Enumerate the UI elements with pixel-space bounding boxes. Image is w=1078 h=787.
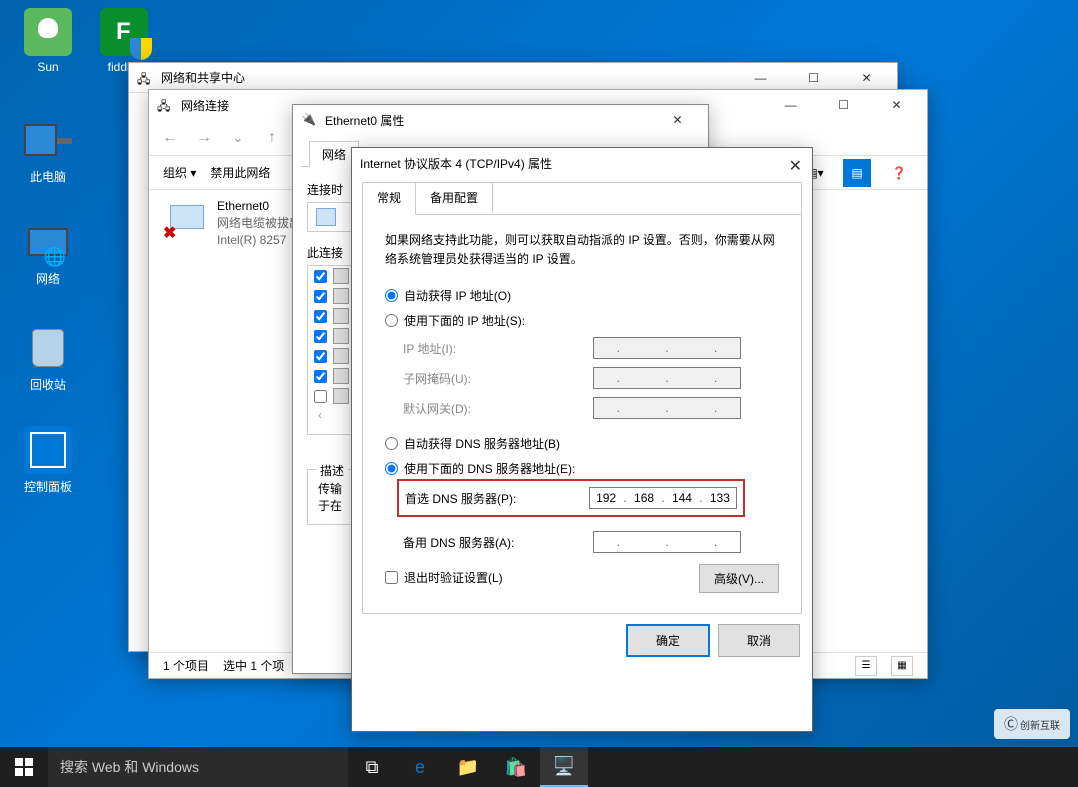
radio-ip-manual[interactable]: 使用下面的 IP 地址(S): [385,312,779,329]
ip-octet-3[interactable] [667,491,697,505]
disable-button[interactable]: 禁用此网络 [210,164,270,181]
subnet-input: ... [593,367,741,389]
ip-address-label: IP 地址(I): [403,340,593,357]
network-icon [24,218,72,266]
details-view-button[interactable]: ☰ [855,656,877,676]
desktop-icon-network[interactable]: 网络 [10,218,86,287]
search-placeholder: 搜索 Web 和 Windows [60,757,199,777]
desktop-icon-sun[interactable]: Sun [10,8,86,74]
taskbar: 搜索 Web 和 Windows ⧉ e 📁 🛍️ 🖥️ [0,747,1078,787]
radio-dns-manual[interactable]: 使用下面的 DNS 服务器地址(E): [385,460,779,477]
dns-alt-input[interactable]: ... [593,531,741,553]
dns-primary-label: 首选 DNS 服务器(P): [405,490,589,507]
desktop-icon-controlpanel[interactable]: 控制面板 [10,426,86,495]
radio-label: 自动获得 IP 地址(O) [404,287,511,304]
maximize-button[interactable]: ☐ [821,90,866,120]
recycle-bin-icon [24,324,72,372]
window-title: 网络和共享中心 [161,69,245,86]
adapter-icon: 🔌 [301,112,317,128]
control-panel-task-button[interactable]: 🖥️ [540,747,588,787]
tab-alternate[interactable]: 备用配置 [416,183,493,214]
ok-button[interactable]: 确定 [626,624,710,657]
maximize-button[interactable]: ☐ [791,63,836,93]
gateway-label: 默认网关(D): [403,400,593,417]
radio-ip-auto[interactable]: 自动获得 IP 地址(O) [385,287,779,304]
tab-general[interactable]: 常规 [363,183,416,215]
titlebar[interactable]: Internet 协议版本 4 (TCP/IPv4) 属性 ✕ [352,148,812,178]
connection-status: 网络电缆被拔出 [217,215,301,232]
desktop-icon-recycle[interactable]: 回收站 [10,324,86,393]
icon-label: 网络 [10,270,86,287]
description-legend: 描述 [316,462,348,479]
desktop-icon-thispc[interactable]: 此电脑 [10,116,86,185]
icon-label: 回收站 [10,376,86,393]
ip-octet-4[interactable] [705,491,735,505]
subnet-label: 子网掩码(U): [403,370,593,387]
dns-alt-label: 备用 DNS 服务器(A): [403,534,593,551]
forward-button[interactable]: → [191,125,217,151]
store-button[interactable]: 🛍️ [492,747,540,787]
validate-checkbox[interactable] [385,571,398,584]
radio-label: 自动获得 DNS 服务器地址(B) [404,435,560,452]
task-view-button[interactable]: ⧉ [348,747,396,787]
cancel-button[interactable]: 取消 [718,624,800,657]
radio-dns-auto[interactable]: 自动获得 DNS 服务器地址(B) [385,435,779,452]
recent-button[interactable]: ⌄ [225,125,251,151]
app-icon: 🖧 [137,70,153,86]
organize-menu[interactable]: 组织 ▾ [163,164,196,181]
ip-octet-1[interactable] [591,491,621,505]
tab-strip: 常规 备用配置 [363,183,801,215]
back-button[interactable]: ← [157,125,183,151]
app-icon: 🖧 [157,97,173,113]
nic-icon [316,208,336,226]
icon-label: 控制面板 [10,478,86,495]
icons-view-button[interactable]: ▦ [891,656,913,676]
icon-label: Sun [10,60,86,74]
titlebar[interactable]: 🔌 Ethernet0 属性 ✕ [293,105,708,135]
highlight-box: 首选 DNS 服务器(P): . . . [397,479,745,517]
radio-label: 使用下面的 DNS 服务器地址(E): [404,460,575,477]
ip-octet-2[interactable] [629,491,659,505]
ip-address-input: ... [593,337,741,359]
close-button[interactable]: ✕ [789,156,802,176]
close-button[interactable]: ✕ [874,90,919,120]
item-count: 1 个项目 [163,657,209,674]
icon-label: 此电脑 [10,168,86,185]
up-button[interactable]: ↑ [259,125,285,151]
control-panel-icon [24,426,72,474]
pc-icon [24,116,72,164]
close-button[interactable]: ✕ [844,63,889,93]
close-button[interactable]: ✕ [655,105,700,135]
tab-panel: 如果网络支持此功能，则可以获取自动指派的 IP 设置。否则，你需要从网络系统管理… [363,215,801,601]
window-title: Internet 协议版本 4 (TCP/IPv4) 属性 [360,155,552,172]
ethernet-icon: ✖ [163,203,211,243]
edge-button[interactable]: e [396,747,444,787]
user-icon [24,8,72,56]
watermark: Ⓒ创新互联 [994,709,1070,739]
explorer-button[interactable]: 📁 [444,747,492,787]
advanced-button[interactable]: 高级(V)... [699,564,779,593]
validate-label: 退出时验证设置(L) [404,569,503,586]
minimize-button[interactable]: — [768,90,813,120]
preview-pane-button[interactable]: ▤ [843,159,871,187]
connection-device: Intel(R) 8257 [217,232,301,249]
radio-label: 使用下面的 IP 地址(S): [404,312,525,329]
window-title: 网络连接 [181,97,229,114]
fiddler-icon [100,8,148,56]
windows-logo-icon [15,758,33,776]
start-button[interactable] [0,747,48,787]
connection-name: Ethernet0 [217,198,301,215]
window-ipv4-properties: Internet 协议版本 4 (TCP/IPv4) 属性 ✕ 常规 备用配置 … [351,147,813,732]
dialog-buttons: 确定 取消 [352,614,812,667]
help-button[interactable]: ❓ [885,159,913,187]
gateway-input: ... [593,397,741,419]
window-title: Ethernet0 属性 [325,112,404,129]
minimize-button[interactable]: — [738,63,783,93]
taskbar-search[interactable]: 搜索 Web 和 Windows [48,747,348,787]
dns-primary-input[interactable]: . . . [589,487,737,509]
intro-text: 如果网络支持此功能，则可以获取自动指派的 IP 设置。否则，你需要从网络系统管理… [385,231,779,269]
selected-count: 选中 1 个项 [223,657,284,674]
